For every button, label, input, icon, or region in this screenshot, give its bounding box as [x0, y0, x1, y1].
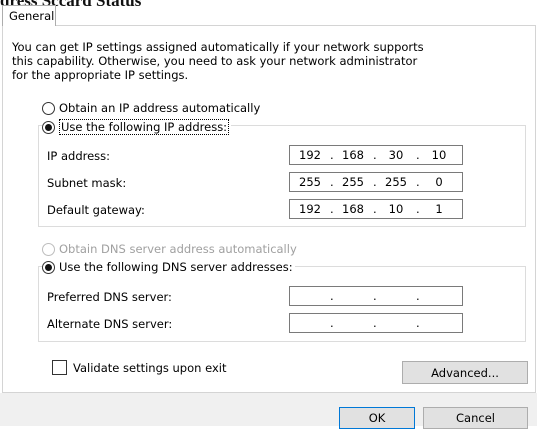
- ip-octet[interactable]: 168: [333, 202, 373, 216]
- validate-settings-label: Validate settings upon exit: [73, 360, 227, 375]
- preferred-dns-input[interactable]: . . .: [289, 286, 463, 306]
- ip-dot: .: [416, 316, 420, 330]
- ip-dot: .: [373, 289, 377, 303]
- checkbox-box[interactable]: [52, 360, 67, 375]
- radio-button-selected[interactable]: [42, 260, 55, 274]
- description-line: this capability. Otherwise, you need to …: [12, 54, 418, 68]
- radio-obtain-ip-auto-label: Obtain an IP address automatically: [59, 101, 261, 115]
- ip-octet[interactable]: 255: [333, 175, 373, 189]
- ip-address-input[interactable]: 192. 168. 30. 10: [289, 145, 463, 165]
- tab-general-label: General: [9, 9, 55, 23]
- cancel-button-label: Cancel: [456, 411, 495, 425]
- ip-octet[interactable]: 30: [376, 148, 416, 162]
- tab-general[interactable]: General: [2, 5, 56, 26]
- default-gateway-label: Default gateway:: [47, 203, 145, 217]
- ip-octet[interactable]: 10: [419, 148, 459, 162]
- ip-octet[interactable]: 192: [290, 148, 330, 162]
- ip-octet[interactable]: 192: [290, 202, 330, 216]
- ip-octet[interactable]: 10: [376, 202, 416, 216]
- advanced-button[interactable]: Advanced...: [402, 361, 528, 384]
- ip-octet[interactable]: 255: [290, 175, 330, 189]
- ip-dot: .: [416, 289, 420, 303]
- ip-dot: .: [330, 289, 334, 303]
- subnet-mask-label: Subnet mask:: [47, 176, 127, 190]
- radio-button-disabled[interactable]: [42, 242, 55, 256]
- ip-octet[interactable]: 0: [419, 175, 459, 189]
- advanced-button-label: Advanced...: [431, 365, 499, 380]
- radio-obtain-dns-auto[interactable]: Obtain DNS server address automatically: [42, 242, 297, 256]
- description-line: for the appropriate IP settings.: [12, 68, 189, 82]
- radio-use-following-ip-label: Use the following IP address:: [59, 119, 230, 135]
- ip-octet[interactable]: 255: [376, 175, 416, 189]
- description-line: You can get IP settings assigned automat…: [12, 40, 424, 54]
- preferred-dns-label: Preferred DNS server:: [47, 290, 172, 304]
- radio-button-selected[interactable]: [42, 120, 55, 134]
- subnet-mask-input[interactable]: 255. 255. 255. 0: [289, 172, 463, 192]
- ip-dot: .: [373, 316, 377, 330]
- ip-address-label: IP address:: [47, 149, 111, 163]
- default-gateway-input[interactable]: 192. 168. 10. 1: [289, 199, 463, 219]
- ok-button-label: OK: [368, 411, 386, 425]
- radio-use-following-ip[interactable]: Use the following IP address:: [42, 119, 232, 135]
- alternate-dns-input[interactable]: . . .: [289, 313, 463, 333]
- ip-dot: .: [330, 316, 334, 330]
- radio-use-following-dns-label: Use the following DNS server addresses:: [59, 260, 293, 274]
- radio-use-following-dns[interactable]: Use the following DNS server addresses:: [42, 260, 295, 274]
- validate-settings-checkbox[interactable]: Validate settings upon exit: [52, 360, 226, 375]
- description-text: You can get IP settings assigned automat…: [12, 40, 512, 82]
- radio-obtain-dns-auto-label: Obtain DNS server address automatically: [59, 242, 297, 256]
- ip-octet[interactable]: 168: [333, 148, 373, 162]
- radio-obtain-ip-auto[interactable]: Obtain an IP address automatically: [42, 101, 260, 115]
- alternate-dns-label: Alternate DNS server:: [47, 317, 173, 331]
- radio-button[interactable]: [42, 101, 55, 115]
- ip-octet[interactable]: 1: [419, 202, 459, 216]
